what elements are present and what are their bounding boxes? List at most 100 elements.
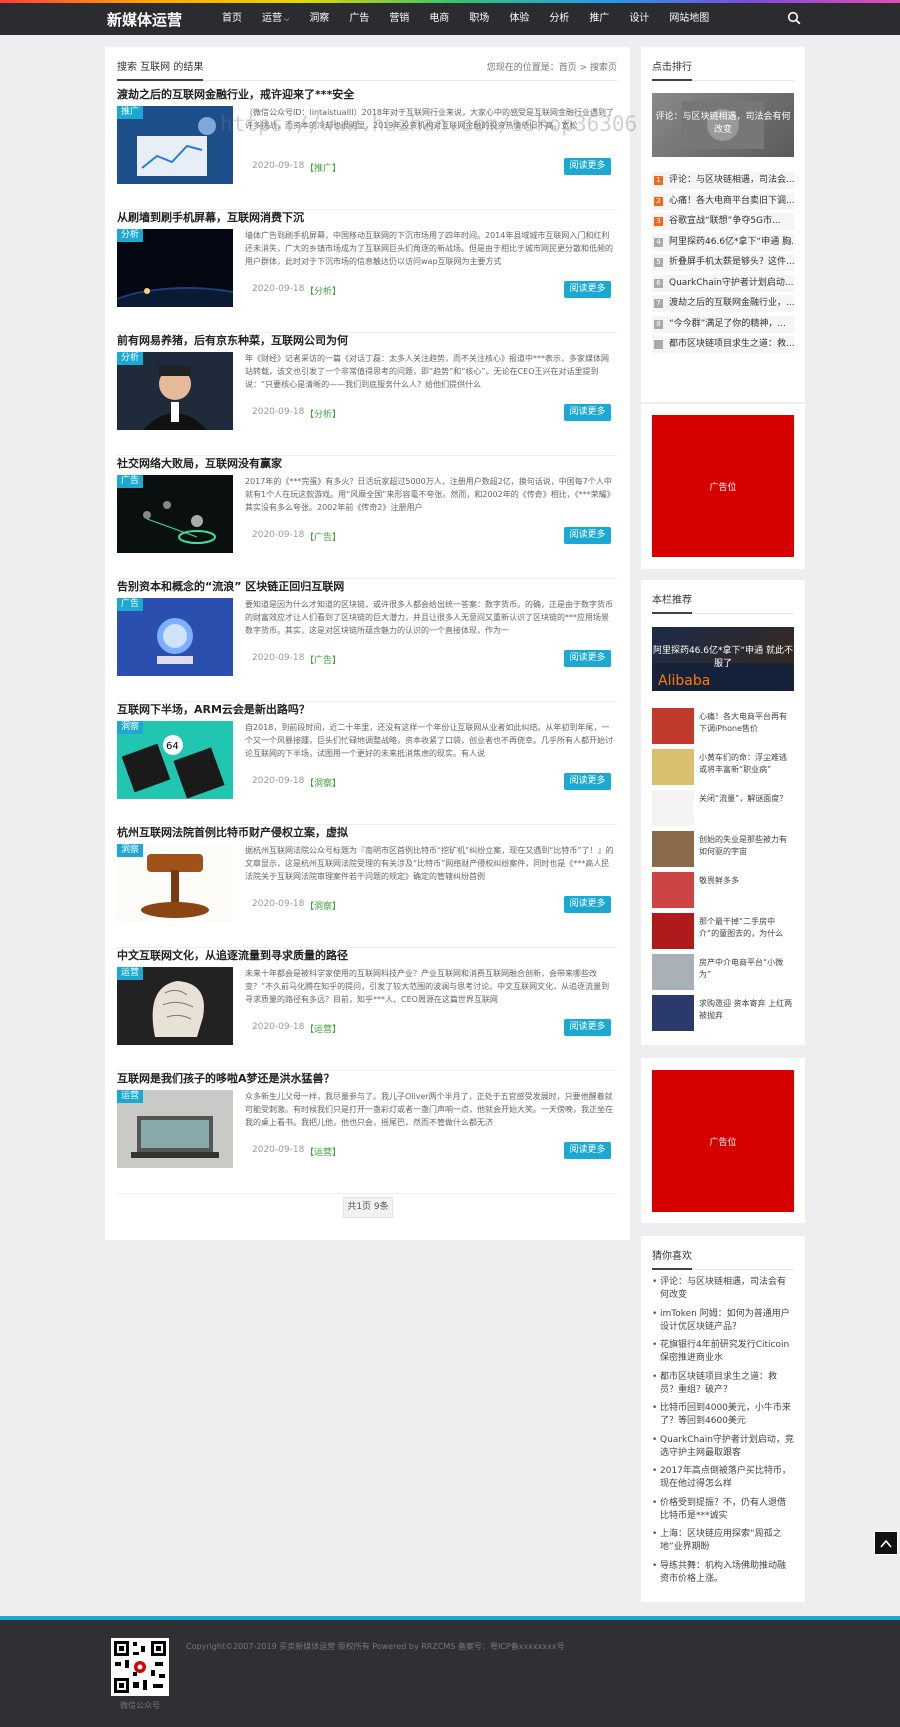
- nav-item-label: 分析: [549, 13, 570, 24]
- article-date: 2020-09-18: [252, 776, 305, 786]
- article-category[interactable]: 【洞察】: [305, 899, 341, 912]
- recommend-item[interactable]: 敬畏鲜多多: [652, 872, 794, 908]
- rank-item[interactable]: 4 阿里探药46.6亿*拿下“申通 胸...: [652, 233, 794, 251]
- article-tag[interactable]: 分析: [117, 352, 144, 365]
- ranking-hero-caption: 评论：与区块链相遇，司法会有何改变: [655, 112, 791, 135]
- article-title[interactable]: 告别资本和概念的“流浪” 区块链正回归互联网: [117, 580, 344, 594]
- article-title[interactable]: 杭州互联网法院首例比特币财产侵权立案，虚拟: [117, 826, 348, 840]
- article-thumbnail[interactable]: 广告: [117, 598, 233, 676]
- nav-item-label: 设计: [629, 13, 650, 24]
- recommend-item[interactable]: 那个最干掉“二手房中介”的童图去的，为什么: [652, 913, 794, 949]
- read-more-button[interactable]: 阅读更多: [564, 1019, 611, 1036]
- ranking-hero-image[interactable]: 评论：与区块链相遇，司法会有何改变: [652, 93, 794, 157]
- breadcrumb[interactable]: 您现在的位置是：首页 > 搜索页: [487, 61, 617, 75]
- recommend-item[interactable]: 心痛！各大电商平台再有下调iPhone售价: [652, 708, 794, 744]
- read-more-button[interactable]: 阅读更多: [564, 158, 611, 175]
- article-thumbnail[interactable]: 推广: [117, 106, 233, 184]
- article-tag[interactable]: 广告: [117, 598, 144, 611]
- recommend-item[interactable]: 小黄车们的命：浮尘难逃或将丰富新“职业病”: [652, 749, 794, 785]
- article-title[interactable]: 互联网下半场，ARM云会是新出路吗？: [117, 703, 310, 717]
- article-tag[interactable]: 洞察: [117, 844, 144, 857]
- article-category[interactable]: 【分析】: [305, 407, 341, 420]
- read-more-button[interactable]: 阅读更多: [564, 281, 611, 298]
- article-tag[interactable]: 洞察: [117, 721, 144, 734]
- nav-item[interactable]: 网站地图: [659, 3, 719, 35]
- nav-item[interactable]: 推广: [579, 3, 619, 35]
- pagination[interactable]: 共1页 9条: [343, 1197, 393, 1218]
- back-to-top-button[interactable]: [874, 1531, 898, 1555]
- article-category[interactable]: 【分析】: [305, 284, 341, 297]
- article-title[interactable]: 互联网是我们孩子的哆啦A梦还是洪水猛兽？: [117, 1072, 335, 1086]
- guess-item[interactable]: imToken 阿姆：如何为普通用户设计优区块链产品？: [652, 1308, 794, 1334]
- guess-item[interactable]: QuarkChain守护者计划启动，竞选守护主网最取跟客: [652, 1434, 794, 1460]
- guess-item[interactable]: 比特币回到4000美元，小牛市来了？等回到4600美元: [652, 1402, 794, 1428]
- rank-item[interactable]: 3 谷歌宣战“联想”争夺5G市...: [652, 213, 794, 230]
- article-tag[interactable]: 运营: [117, 967, 144, 980]
- article-tag[interactable]: 运营: [117, 1090, 144, 1103]
- article-tag[interactable]: 广告: [117, 475, 144, 488]
- nav-item[interactable]: 营销: [379, 3, 419, 35]
- article-title[interactable]: 中文互联网文化，从追逐流量到寻求质量的路径: [117, 949, 348, 963]
- recommend-hero-image[interactable]: Alibaba 阿里探药46.6亿*拿下“申通 就此不服了: [652, 627, 794, 691]
- article-thumbnail[interactable]: 分析: [117, 229, 233, 307]
- read-more-button[interactable]: 阅读更多: [564, 896, 611, 913]
- article-thumbnail[interactable]: 洞察: [117, 844, 233, 922]
- nav-item[interactable]: 广告: [339, 3, 379, 35]
- article-category[interactable]: 【广告】: [305, 530, 341, 543]
- read-more-button[interactable]: 阅读更多: [564, 1142, 611, 1159]
- guess-item[interactable]: 评论：与区块链相遇，司法会有何改变: [652, 1276, 794, 1302]
- guess-item[interactable]: 都市区块链项目求生之道：救员？重组？破产？: [652, 1371, 794, 1397]
- nav-item[interactable]: 体验: [499, 3, 539, 35]
- guess-item[interactable]: 花旗银行4年前研究发行Citicoin 保密推进商业水: [652, 1339, 794, 1365]
- article-tag[interactable]: 分析: [117, 229, 144, 242]
- guess-item[interactable]: 上海：区块链应用探索“周孤之地”业界期盼: [652, 1528, 794, 1554]
- nav-item[interactable]: 设计: [619, 3, 659, 35]
- guess-item[interactable]: 价格受到提振？不，仍有人退借比特币是***诚实: [652, 1497, 794, 1523]
- nav-item[interactable]: 职场: [459, 3, 499, 35]
- rank-item[interactable]: 2 心痛！各大电商平台卖旧下调...: [652, 192, 794, 210]
- article-category[interactable]: 【推广】: [305, 161, 341, 174]
- rank-item[interactable]: 6 QuarkChain守护者计划启动...: [652, 274, 794, 292]
- recommend-item[interactable]: 创始的失业是那些被力有如何驱的宇宙: [652, 831, 794, 867]
- read-more-button[interactable]: 阅读更多: [564, 650, 611, 667]
- article-category[interactable]: 【广告】: [305, 653, 341, 666]
- article-title[interactable]: 从刷墙到刷手机屏幕，互联网消费下沉: [117, 211, 304, 225]
- article-thumbnail[interactable]: 64 洞察: [117, 721, 233, 799]
- rank-item[interactable]: 1 评论：与区块链相遇，司法会...: [652, 172, 794, 189]
- ad-slot-2[interactable]: 广告位: [652, 1070, 794, 1212]
- rank-item[interactable]: 8 “今今群”满足了你的精神，...: [652, 315, 794, 333]
- nav-item[interactable]: 首页: [212, 3, 252, 35]
- article-category[interactable]: 【运营】: [305, 1022, 341, 1035]
- article-thumbnail[interactable]: 运营: [117, 967, 233, 1045]
- guess-item[interactable]: 导练共舞：机构入场佛助推动融资市价格上涨。: [652, 1560, 794, 1586]
- article-thumbnail[interactable]: 广告: [117, 475, 233, 553]
- article-category[interactable]: 【洞察】: [305, 776, 341, 789]
- site-header: 新媒体运营 首页 运营 ⌵ 洞察 广告 营销 电商 职场 体验 分析 推广 设计 网站地图: [0, 3, 900, 35]
- nav-item[interactable]: 分析: [539, 3, 579, 35]
- article-title[interactable]: 社交网络大败局，互联网没有赢家: [117, 457, 282, 471]
- read-more-button[interactable]: 阅读更多: [564, 527, 611, 544]
- recommend-item[interactable]: 求购邀迎 资本寄弃 上红两被抛弃: [652, 995, 794, 1031]
- recommend-item[interactable]: 关闭“流量”，解谜面度？: [652, 790, 794, 826]
- ad-slot-1[interactable]: 广告位: [652, 415, 794, 557]
- recommend-item[interactable]: 房产中介电商平台“小微为”: [652, 954, 794, 990]
- nav-item[interactable]: 洞察: [299, 3, 339, 35]
- read-more-button[interactable]: 阅读更多: [564, 404, 611, 421]
- nav-item[interactable]: 运营 ⌵: [252, 3, 299, 35]
- recommend-title: 创始的失业是那些被力有如何驱的宇宙: [699, 835, 787, 856]
- article-tag[interactable]: 推广: [117, 106, 144, 119]
- guess-item[interactable]: 2017年高点倒被落户买比特币，现在他过得怎么样: [652, 1465, 794, 1491]
- rank-item[interactable]: 都市区块链项目求生之道：救...: [652, 336, 794, 353]
- recommend-title: 敬畏鲜多多: [699, 876, 739, 885]
- site-logo[interactable]: 新媒体运营: [107, 9, 182, 30]
- nav-item[interactable]: 电商: [419, 3, 459, 35]
- article-category[interactable]: 【运营】: [305, 1145, 341, 1158]
- rank-item[interactable]: 7 渡劫之后的互联网金融行业，...: [652, 295, 794, 312]
- article-title[interactable]: 前有网易养猪，后有京东种菜，互联网公司为何: [117, 334, 348, 348]
- article-thumbnail[interactable]: 分析: [117, 352, 233, 430]
- search-icon[interactable]: [787, 11, 801, 25]
- read-more-button[interactable]: 阅读更多: [564, 773, 611, 790]
- rank-item[interactable]: 5 折叠屏手机太薪是够头？这件...: [652, 254, 794, 271]
- article-title[interactable]: 渡劫之后的互联网金融行业，戒许迎来了***安全: [117, 88, 354, 102]
- article-thumbnail[interactable]: 运营: [117, 1090, 233, 1168]
